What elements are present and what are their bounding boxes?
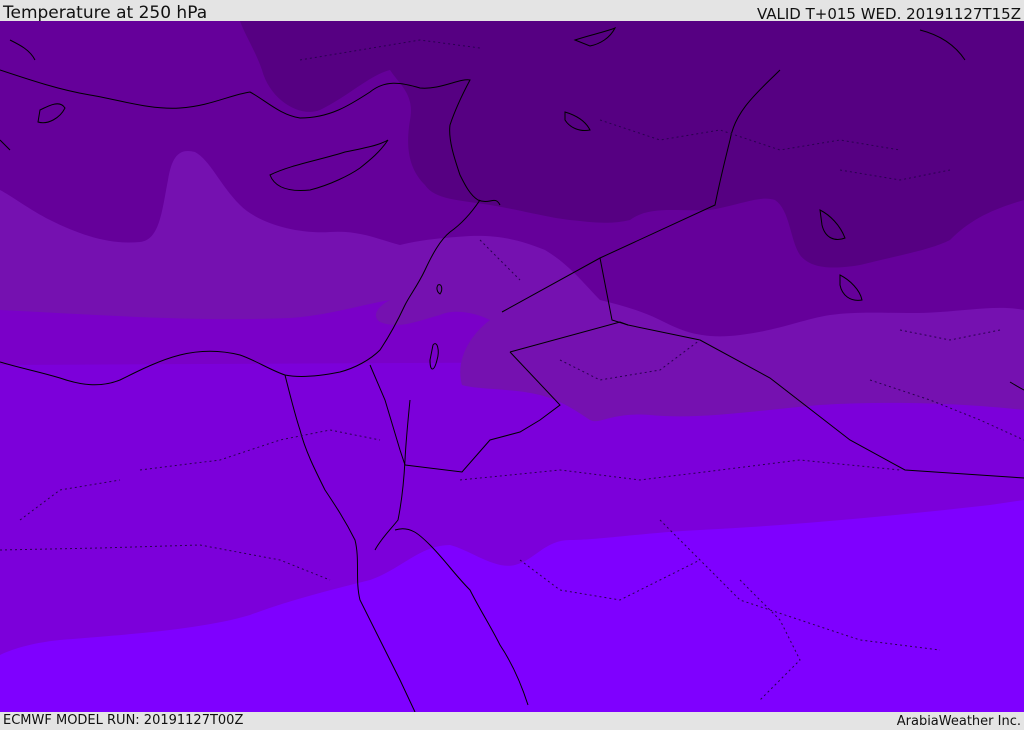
map-canvas[interactable] (0, 21, 1024, 712)
footer-bar: ECMWF MODEL RUN: 20191127T00Z ArabiaWeat… (0, 712, 1024, 729)
credit-label: ArabiaWeather Inc. (896, 714, 1021, 729)
model-run: ECMWF MODEL RUN: 20191127T00Z (3, 713, 244, 728)
map-title: Temperature at 250 hPa (3, 3, 208, 23)
temperature-map (0, 21, 1024, 712)
header-bar: Temperature at 250 hPa VALID T+015 WED. … (0, 0, 1024, 23)
